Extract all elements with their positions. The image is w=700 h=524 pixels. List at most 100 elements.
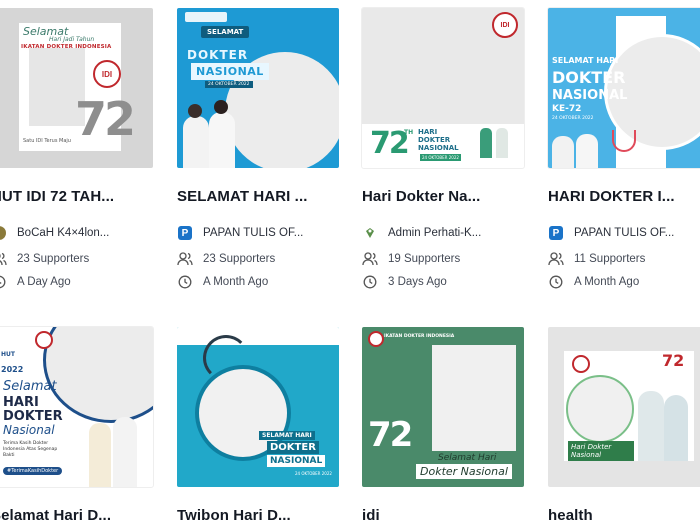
art-line1: HARI bbox=[3, 395, 39, 410]
time-row: A Month Ago bbox=[548, 273, 700, 291]
campaign-thumbnail[interactable]: 72 Hari Dokter Nasional bbox=[548, 327, 700, 487]
stethoscope-icon bbox=[203, 335, 249, 381]
campaign-card[interactable]: HUT 2022 Selamat HARI DOKTER Nasional Te… bbox=[0, 326, 154, 524]
time-row: 3 Days Ago bbox=[362, 273, 524, 291]
idi-logo-icon: IDI bbox=[492, 12, 518, 38]
supporters-count: 11 Supporters bbox=[574, 253, 646, 265]
art-number: 72 bbox=[368, 415, 413, 455]
created-time: A Month Ago bbox=[574, 276, 640, 288]
idi-logo-icon: IDI bbox=[93, 60, 121, 88]
art-org: IKATAN DOKTER INDONESIA bbox=[384, 334, 455, 339]
art-thanks: Terima Kasih Dokter Indonesia Atas Segen… bbox=[3, 441, 58, 458]
art-line1: DOKTER bbox=[187, 48, 249, 62]
author-row[interactable]: P PAPAN TULIS OF... bbox=[548, 224, 700, 242]
campaign-title[interactable]: Selamat Hari D... bbox=[0, 507, 153, 524]
supporters-count: 19 Supporters bbox=[388, 253, 461, 265]
art-line2: DOKTER bbox=[3, 409, 63, 424]
author-name[interactable]: BoCaH K4×4lon... bbox=[17, 227, 109, 239]
campaign-title[interactable]: Twibon Hari D... bbox=[177, 507, 339, 524]
campaign-thumbnail[interactable]: IKATAN DOKTER INDONESIA 72 Selamat Hari … bbox=[362, 327, 524, 487]
art-line2: NASIONAL bbox=[191, 63, 269, 80]
users-icon bbox=[177, 251, 193, 267]
clock-icon bbox=[0, 274, 7, 290]
created-time: A Day Ago bbox=[17, 276, 71, 288]
idi-logo-icon bbox=[35, 331, 53, 349]
campaign-card[interactable]: 72 Hari Dokter Nasional health bbox=[548, 327, 700, 524]
campaign-card[interactable]: SELAMAT HARI DOKTER NASIONAL 24 OKTOBER … bbox=[177, 327, 339, 524]
supporters-row: 19 Supporters bbox=[362, 250, 524, 268]
art-hut: HUT bbox=[1, 351, 15, 358]
idi-logo-icon bbox=[368, 331, 384, 347]
supporters-row: 23 Supporters bbox=[0, 250, 153, 268]
art-date: 24 OKTOBER 2022 bbox=[420, 154, 461, 161]
campaign-title[interactable]: HARI DOKTER I... bbox=[548, 188, 700, 205]
art-number: 72 bbox=[370, 126, 410, 161]
campaign-thumbnail[interactable]: Selamat Hari Jadi Tahun IKATAN DOKTER IN… bbox=[0, 8, 153, 168]
clock-icon bbox=[177, 274, 193, 290]
campaign-title[interactable]: health bbox=[548, 507, 700, 524]
art-th: TH bbox=[404, 129, 414, 136]
art-script-2: Hari Jadi Tahun bbox=[49, 36, 95, 43]
campaign-card[interactable]: SELAMAT HARI DOKTER NASIONAL KE-72 24 OK… bbox=[547, 7, 700, 289]
papan-tulis-logo-icon: P bbox=[177, 225, 193, 241]
papan-tulis-logo-icon: P bbox=[548, 225, 564, 241]
perhati-logo-icon bbox=[362, 225, 378, 241]
campaign-thumbnail[interactable]: SELAMAT DOKTER NASIONAL 24 OKTOBER 2022 bbox=[177, 8, 339, 168]
art-pill: SELAMAT bbox=[201, 26, 250, 38]
users-icon bbox=[0, 251, 7, 267]
campaign-title[interactable]: idi bbox=[362, 507, 524, 524]
art-hashtag: #TerimaKasihDokter bbox=[3, 467, 63, 475]
clock-icon bbox=[362, 274, 378, 290]
author-row[interactable]: P PAPAN TULIS OF... bbox=[177, 224, 339, 242]
campaign-thumbnail[interactable]: SELAMAT HARI DOKTER NASIONAL KE-72 24 OK… bbox=[547, 7, 700, 169]
author-name[interactable]: PAPAN TULIS OF... bbox=[203, 227, 303, 239]
campaign-card[interactable]: SELAMAT DOKTER NASIONAL 24 OKTOBER 2022 … bbox=[177, 8, 339, 289]
author-name[interactable]: Admin Perhati-K... bbox=[388, 227, 481, 239]
art-line2: NASIONAL bbox=[552, 88, 628, 103]
art-date: 24 OKTOBER 2022 bbox=[205, 81, 253, 88]
art-number: 72 bbox=[662, 351, 685, 370]
campaign-card[interactable]: Selamat Hari Jadi Tahun IKATAN DOKTER IN… bbox=[0, 8, 153, 289]
campaign-thumbnail[interactable]: IDI 72 TH HARI DOKTER NASIONAL 24 OKTOBE… bbox=[361, 7, 525, 169]
supporters-row: 11 Supporters bbox=[548, 250, 700, 268]
art-line2: DOKTER bbox=[418, 136, 451, 144]
art-line2: NASIONAL bbox=[267, 455, 326, 467]
author-name[interactable]: PAPAN TULIS OF... bbox=[574, 227, 674, 239]
art-number: 72 bbox=[75, 92, 136, 146]
art-script-2: Nasional bbox=[3, 423, 55, 437]
art-script-2: Dokter Nasional bbox=[416, 464, 512, 479]
clock-icon bbox=[548, 274, 564, 290]
art-tag: Satu IDI Terus Maju bbox=[23, 138, 71, 144]
art-org: IKATAN DOKTER INDONESIA bbox=[21, 44, 112, 50]
campaign-title[interactable]: Hari Dokter Na... bbox=[362, 188, 524, 205]
art-line1: HARI bbox=[418, 128, 438, 136]
art-line3: KE-72 bbox=[552, 104, 582, 114]
art-line1: DOKTER bbox=[267, 441, 319, 454]
users-icon bbox=[548, 251, 564, 267]
supporters-count: 23 Supporters bbox=[17, 253, 90, 265]
time-row: A Month Ago bbox=[177, 273, 339, 291]
campaign-card[interactable]: IDI 72 TH HARI DOKTER NASIONAL 24 OKTOBE… bbox=[361, 7, 525, 289]
art-date: 24 OKTOBER 2022 bbox=[295, 471, 332, 476]
supporters-count: 23 Supporters bbox=[203, 253, 276, 265]
campaign-card[interactable]: IKATAN DOKTER INDONESIA 72 Selamat Hari … bbox=[362, 327, 524, 524]
author-avatar bbox=[0, 225, 7, 241]
time-row: A Day Ago bbox=[0, 273, 153, 291]
campaign-thumbnail[interactable]: HUT 2022 Selamat HARI DOKTER Nasional Te… bbox=[0, 326, 154, 488]
author-row[interactable]: Admin Perhati-K... bbox=[362, 224, 524, 242]
author-row[interactable]: BoCaH K4×4lon... bbox=[0, 224, 153, 242]
art-line3: NASIONAL bbox=[418, 144, 459, 152]
art-year: 2022 bbox=[1, 365, 24, 374]
campaign-thumbnail[interactable]: SELAMAT HARI DOKTER NASIONAL 24 OKTOBER … bbox=[177, 327, 339, 487]
campaign-title[interactable]: HUT IDI 72 TAH... bbox=[0, 188, 153, 205]
doctor-figure bbox=[183, 116, 209, 168]
supporters-row: 23 Supporters bbox=[177, 250, 339, 268]
stethoscope-icon bbox=[612, 130, 636, 152]
art-script: Selamat bbox=[3, 379, 57, 394]
art-line0: SELAMAT HARI bbox=[259, 431, 315, 440]
art-script: Hari Dokter Nasional bbox=[568, 441, 634, 461]
art-line0: SELAMAT HARI bbox=[552, 56, 619, 65]
art-script-1: Selamat Hari bbox=[438, 453, 497, 463]
campaign-title[interactable]: SELAMAT HARI ... bbox=[177, 188, 339, 205]
idi-logo-icon bbox=[572, 355, 590, 373]
